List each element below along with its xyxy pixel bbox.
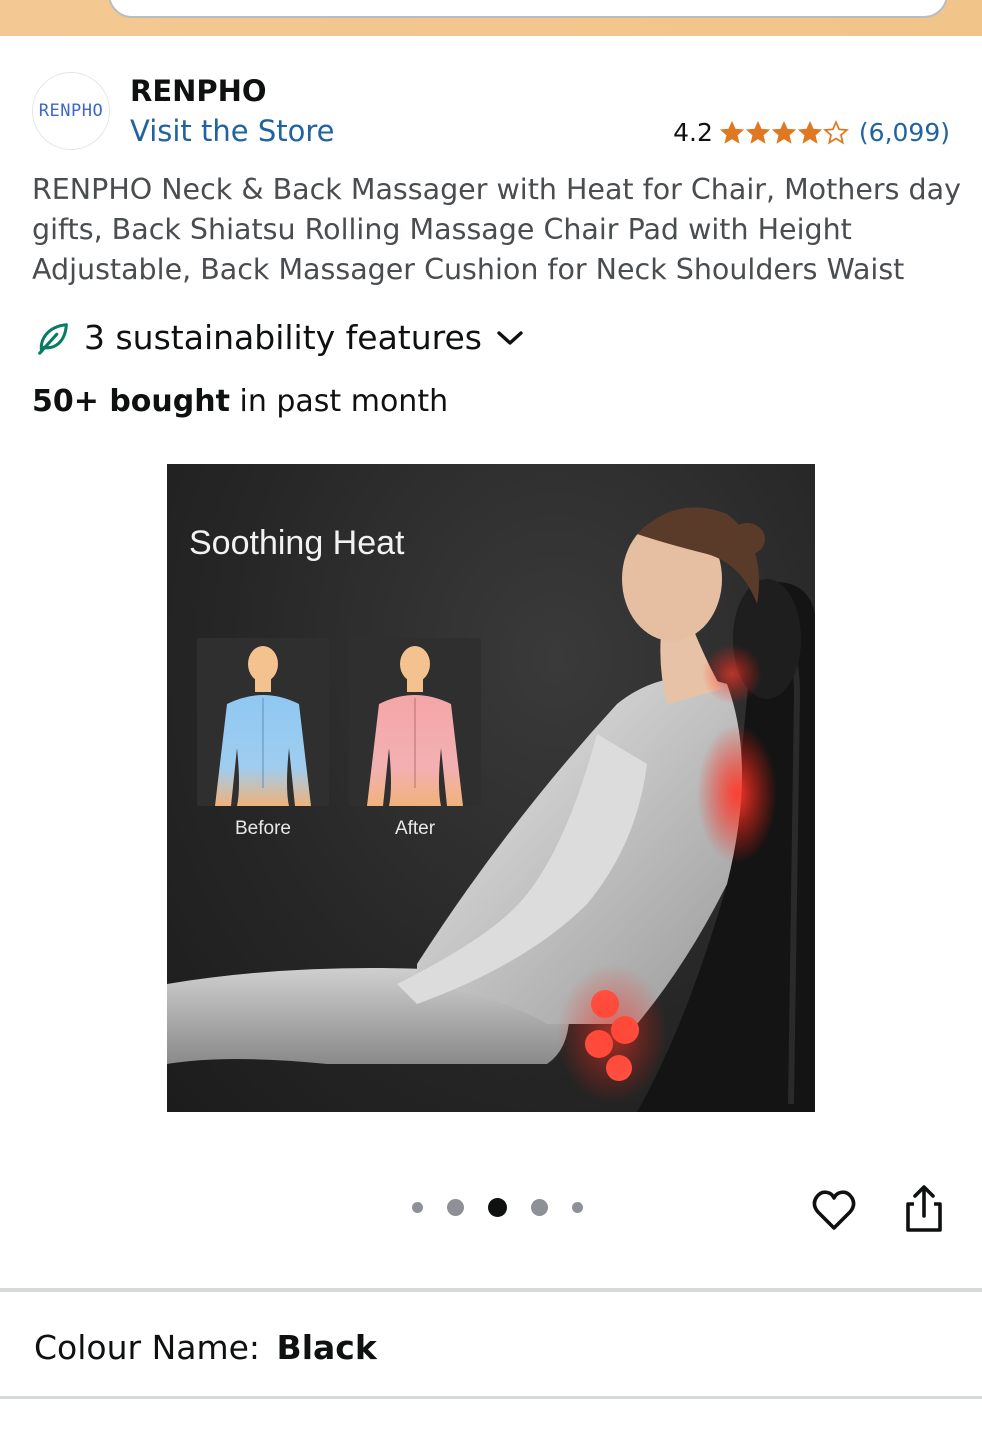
product-image[interactable]: Soothing Heat Before After: [167, 464, 815, 1112]
heart-icon[interactable]: [810, 1186, 858, 1234]
brand-name: RENPHO: [130, 74, 267, 108]
colour-value: Black: [276, 1328, 377, 1367]
brand-logo-text: RENPHO: [38, 101, 104, 121]
carousel-dot[interactable]: [447, 1199, 464, 1216]
star-icon: [771, 120, 797, 144]
star-outline-icon: [822, 119, 849, 144]
sustainability-label: 3 sustainability features: [84, 318, 482, 357]
star-icon: [797, 120, 823, 144]
rating-score: 4.2: [673, 118, 713, 147]
colour-label: Colour Name:: [34, 1328, 261, 1367]
carousel-dot[interactable]: [572, 1202, 583, 1213]
section-divider: [0, 1396, 982, 1399]
visit-store-link[interactable]: Visit the Store: [130, 114, 334, 148]
search-input[interactable]: [108, 0, 948, 18]
image-carousel-indicator[interactable]: [412, 1198, 607, 1217]
share-icon[interactable]: [900, 1184, 948, 1234]
star-rating: [719, 119, 849, 146]
bought-period: in past month: [229, 384, 449, 419]
bought-count: 50+ bought: [32, 384, 230, 419]
leaf-icon: [38, 322, 68, 355]
model-with-massager-illustration: [167, 507, 815, 1112]
bought-in-past-month: 50+ bought in past month: [32, 384, 448, 419]
rating-count[interactable]: (6,099): [859, 118, 950, 147]
brand-logo[interactable]: RENPHO: [32, 72, 110, 150]
chevron-down-icon: [497, 330, 523, 345]
carousel-dot[interactable]: [412, 1202, 423, 1213]
rating-summary[interactable]: 4.2 (6,099): [673, 118, 950, 147]
header-bar: [0, 0, 982, 36]
carousel-dot-active[interactable]: [488, 1198, 507, 1217]
product-title: RENPHO Neck & Back Massager with Heat fo…: [32, 173, 961, 286]
section-divider: [0, 1288, 982, 1292]
colour-selector[interactable]: Colour Name: Black: [34, 1328, 377, 1367]
carousel-dot[interactable]: [531, 1199, 548, 1216]
sustainability-features[interactable]: 3 sustainability features: [34, 318, 524, 357]
star-icon: [719, 120, 745, 144]
star-icon: [745, 120, 771, 144]
